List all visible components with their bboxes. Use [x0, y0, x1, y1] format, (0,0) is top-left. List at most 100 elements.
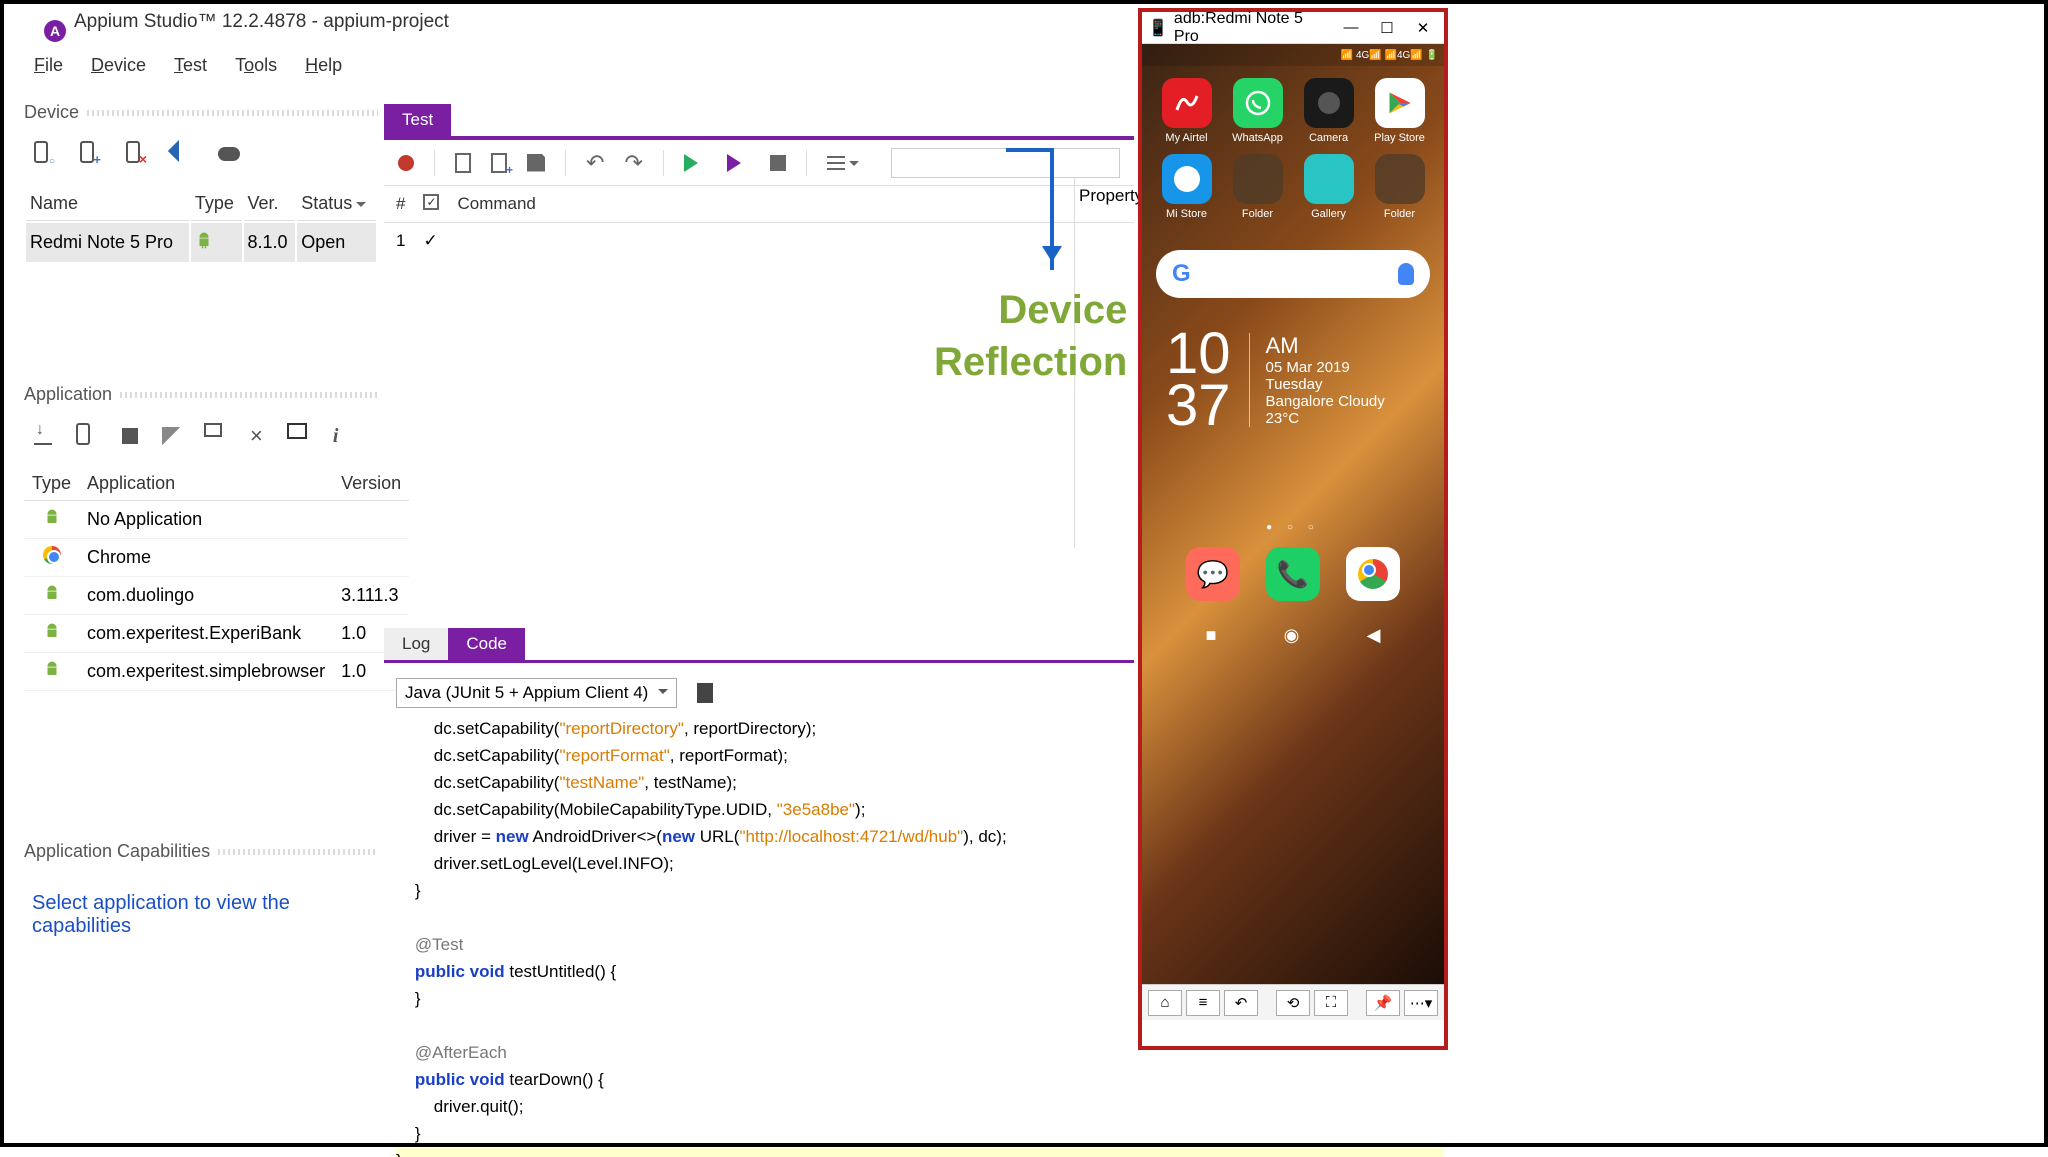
- app-table: Type Application Version No Application …: [24, 467, 409, 691]
- app-panel-header: Application: [24, 384, 378, 405]
- app-row[interactable]: com.experitest.ExperiBank1.0: [24, 615, 409, 653]
- android-icon: [43, 584, 61, 602]
- app-table-header: Type Application Version: [24, 467, 409, 501]
- clipboard-icon[interactable]: [697, 683, 713, 703]
- main-window: A Appium Studio™ 12.2.4878 - appium-proj…: [4, 4, 1134, 1143]
- stop-run-icon[interactable]: [770, 155, 786, 171]
- new-doc-icon[interactable]: [455, 153, 471, 173]
- language-select[interactable]: Java (JUnit 5 + Appium Client 4): [396, 678, 677, 708]
- device-screen[interactable]: 📶 4G📶 📶4G📶 🔋 My Airtel WhatsApp Camera P…: [1142, 44, 1444, 984]
- menu-help[interactable]: Help: [305, 55, 342, 76]
- google-search-bar[interactable]: G: [1156, 250, 1430, 298]
- minimize-button[interactable]: —: [1336, 17, 1366, 39]
- device-remove-icon[interactable]: [126, 141, 148, 167]
- android-icon: [43, 660, 61, 678]
- menu-tools[interactable]: Tools: [235, 55, 277, 76]
- stop-icon[interactable]: [122, 428, 138, 444]
- run-debug-icon[interactable]: [727, 154, 750, 172]
- add-doc-icon[interactable]: [491, 153, 507, 173]
- col-status[interactable]: Status: [297, 187, 376, 221]
- device-status: Open: [297, 223, 376, 262]
- clock-time: 1037: [1166, 328, 1231, 432]
- device-cloud-icon[interactable]: [218, 141, 240, 167]
- app-gallery[interactable]: Gallery: [1298, 154, 1359, 220]
- undo-icon[interactable]: ↶: [586, 150, 604, 176]
- maximize-button[interactable]: ☐: [1372, 17, 1402, 39]
- code-toolbar: Java (JUnit 5 + Appium Client 4): [384, 670, 725, 716]
- device-table-header: Name Type Ver. Status: [26, 187, 376, 221]
- app-playstore[interactable]: Play Store: [1369, 78, 1430, 144]
- page-indicator: ● ○ ○: [1142, 522, 1444, 533]
- chevron-down-icon: [356, 202, 366, 212]
- col-hash: #: [396, 194, 405, 214]
- record-icon[interactable]: [398, 155, 414, 171]
- dw-back-icon[interactable]: ↶: [1224, 990, 1258, 1016]
- nav-home[interactable]: ◉: [1284, 625, 1300, 646]
- mic-icon[interactable]: [1398, 263, 1414, 285]
- dw-more-icon[interactable]: ⋯▾: [1404, 990, 1438, 1016]
- app-mistore[interactable]: Mi Store: [1156, 154, 1217, 220]
- brush-icon[interactable]: [162, 427, 180, 445]
- close-icon[interactable]: ×: [250, 423, 263, 449]
- device-panel-title: Device: [24, 102, 79, 123]
- device-row[interactable]: Redmi Note 5 Pro 8.1.0 Open: [26, 223, 376, 262]
- app-row[interactable]: Chrome: [24, 539, 409, 577]
- nav-recents[interactable]: ■: [1206, 625, 1217, 646]
- info-icon[interactable]: i: [333, 425, 339, 448]
- dock: 💬 📞: [1142, 547, 1444, 601]
- app-toolbar: × i: [24, 423, 378, 449]
- nav-back[interactable]: ◀: [1367, 625, 1381, 646]
- device-window-titlebar[interactable]: 📱 adb:Redmi Note 5 Pro — ☐ ✕: [1142, 12, 1444, 44]
- app-row[interactable]: No Application: [24, 501, 409, 539]
- command-row[interactable]: 1 ✓: [384, 223, 1134, 259]
- app-folder1[interactable]: Folder: [1227, 154, 1288, 220]
- dw-menu-icon[interactable]: ≡: [1186, 990, 1220, 1016]
- center-toolbar: ↶ ↷: [384, 140, 1134, 186]
- app-window-icon[interactable]: [287, 423, 309, 449]
- app-phone-icon[interactable]: [76, 423, 98, 449]
- tab-log[interactable]: Log: [384, 628, 448, 660]
- menu-file[interactable]: File: [34, 55, 63, 76]
- tab-test[interactable]: Test: [384, 104, 451, 136]
- row-num: 1: [396, 231, 405, 251]
- col-ver[interactable]: Ver.: [244, 187, 296, 221]
- col-app[interactable]: Application: [79, 467, 333, 501]
- search-input[interactable]: [891, 148, 1120, 178]
- chrome-icon: [43, 546, 61, 564]
- device-detect-icon[interactable]: [34, 141, 56, 167]
- app-folder2[interactable]: Folder: [1369, 154, 1430, 220]
- dock-chrome[interactable]: [1346, 547, 1400, 601]
- dw-rotate-icon[interactable]: ⟲: [1276, 990, 1310, 1016]
- menu-test[interactable]: Test: [174, 55, 207, 76]
- device-edit-icon[interactable]: [172, 141, 194, 167]
- col-type[interactable]: Type: [191, 187, 242, 221]
- close-button[interactable]: ✕: [1408, 17, 1438, 39]
- row-checkbox[interactable]: ✓: [423, 231, 437, 251]
- clock-widget[interactable]: 1037 AM 05 Mar 2019 Tuesday Bangalore Cl…: [1142, 318, 1444, 442]
- app-camera[interactable]: Camera: [1298, 78, 1359, 144]
- camera-icon: [1304, 78, 1354, 128]
- menu-device[interactable]: Device: [91, 55, 146, 76]
- phone-status-bar: 📶 4G📶 📶4G📶 🔋: [1142, 44, 1444, 66]
- col-type[interactable]: Type: [24, 467, 79, 501]
- app-whatsapp[interactable]: WhatsApp: [1227, 78, 1288, 144]
- app-airtel[interactable]: My Airtel: [1156, 78, 1217, 144]
- android-icon: [195, 231, 213, 249]
- redo-icon[interactable]: ↷: [624, 150, 642, 176]
- view-icon[interactable]: [827, 156, 859, 170]
- dw-home-icon[interactable]: ⌂: [1148, 990, 1182, 1016]
- tab-code[interactable]: Code: [448, 628, 525, 660]
- device-add-icon[interactable]: [80, 141, 102, 167]
- app-row[interactable]: com.experitest.simplebrowser1.0: [24, 653, 409, 691]
- app-row[interactable]: com.duolingo3.111.3: [24, 577, 409, 615]
- import-icon[interactable]: [34, 427, 52, 445]
- run-icon[interactable]: [684, 154, 707, 172]
- save-icon[interactable]: [527, 154, 545, 172]
- app-screen-icon[interactable]: [204, 423, 226, 449]
- col-name[interactable]: Name: [26, 187, 189, 221]
- dock-messages[interactable]: 💬: [1186, 547, 1240, 601]
- dw-fullscreen-icon[interactable]: ⛶: [1314, 990, 1348, 1016]
- dw-pin-icon[interactable]: 📌: [1366, 990, 1400, 1016]
- checkbox-header[interactable]: ✓: [423, 194, 439, 210]
- dock-phone[interactable]: 📞: [1266, 547, 1320, 601]
